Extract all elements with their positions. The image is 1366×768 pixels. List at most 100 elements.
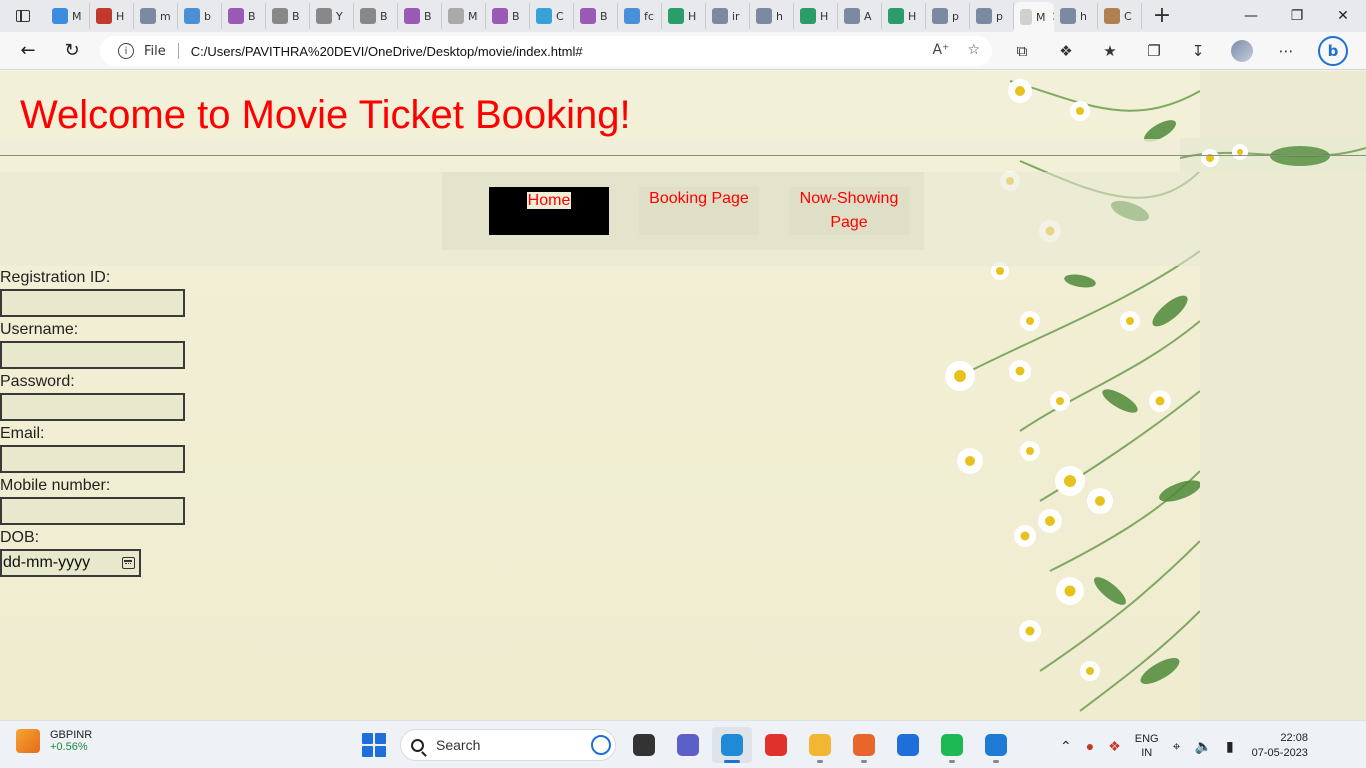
back-button[interactable]: ← (6, 32, 50, 70)
browser-tab[interactable]: B (354, 3, 398, 29)
browser-tab[interactable]: B (398, 3, 442, 29)
tab-actions-button[interactable] (0, 0, 46, 32)
vscode-icon[interactable] (976, 727, 1016, 763)
favorites-icon[interactable]: ★ (1088, 32, 1132, 70)
registration-id-input[interactable] (0, 289, 185, 317)
mobile-number-input[interactable] (0, 497, 185, 525)
language-indicator[interactable]: ENG IN (1135, 732, 1159, 760)
site-info-icon[interactable]: i (118, 43, 134, 59)
browser-tab[interactable]: C (1098, 3, 1142, 29)
collections-icon[interactable]: ❐ (1132, 32, 1176, 70)
browser-tab[interactable]: H (90, 3, 134, 29)
chevron-up-icon[interactable]: ⌃ (1060, 738, 1072, 755)
browser-tab[interactable]: h (1054, 3, 1098, 29)
browser-tab-active[interactable]: M✕ (1014, 2, 1054, 32)
battery-icon[interactable]: ▮ (1226, 738, 1234, 755)
browser-tab[interactable]: C (530, 3, 574, 29)
browser-tab[interactable]: H (662, 3, 706, 29)
browser-tab[interactable]: H (882, 3, 926, 29)
dob-date-input[interactable]: dd-mm-yyyy (0, 549, 141, 577)
tab-favicon-icon (52, 8, 68, 24)
tab-label: C (1124, 9, 1132, 23)
collections-sidebar-icon[interactable]: ⧉ (1000, 32, 1044, 70)
email-input[interactable] (0, 445, 185, 473)
tab-label: A (864, 9, 872, 23)
address-bar[interactable]: i File C:/Users/PAVITHRA%20DEVI/OneDrive… (100, 36, 992, 66)
ticker-change: +0.56% (50, 741, 88, 753)
tab-favicon-icon (1104, 8, 1120, 24)
windows-start-button[interactable] (362, 733, 386, 757)
browser-tab[interactable]: B (222, 3, 266, 29)
bing-copilot-icon[interactable]: b (1318, 36, 1348, 66)
tray-app-icon[interactable]: ● (1086, 738, 1094, 754)
video-call-icon[interactable] (668, 727, 708, 763)
system-tray: ⌃ ● ❖ ENG IN ⌖ 🔈 ▮ 22:08 07-05-2023 (1060, 731, 1308, 761)
firefox-icon[interactable] (844, 727, 884, 763)
close-window-button[interactable]: ✕ (1320, 0, 1366, 32)
browser-tab[interactable]: A (838, 3, 882, 29)
spotify-icon[interactable] (932, 727, 972, 763)
tab-favicon-icon (272, 8, 288, 24)
dropbox-icon[interactable]: ❖ (1108, 738, 1121, 755)
settings-menu-icon[interactable]: ⋯ (1264, 32, 1308, 70)
read-aloud-icon[interactable]: A⁺ (932, 42, 949, 58)
downloads-icon[interactable]: ↧ (1176, 32, 1220, 70)
start-logo-tile (375, 746, 386, 757)
password-input[interactable] (0, 393, 185, 421)
nav-now-showing-link[interactable]: Now-Showing Page (789, 187, 909, 235)
tab-label: p (996, 9, 1003, 23)
wifi-icon[interactable]: ⌖ (1173, 738, 1181, 755)
tab-label: B (248, 9, 256, 23)
browser-tab[interactable]: ir (706, 3, 750, 29)
extensions-icon[interactable]: ❖ (1044, 32, 1088, 70)
tab-label: fc (644, 9, 654, 23)
file-explorer-window-icon[interactable] (624, 727, 664, 763)
browser-tab[interactable]: B (574, 3, 618, 29)
new-tab-button[interactable]: + (1142, 0, 1182, 32)
refresh-button[interactable]: ↻ (50, 32, 94, 70)
tab-favicon-icon (140, 8, 156, 24)
taskbar-search[interactable]: Search (400, 729, 616, 761)
ticker-widget[interactable]: GBPINR +0.56% (16, 729, 92, 753)
browser-tab[interactable]: B (486, 3, 530, 29)
profile-button[interactable] (1220, 32, 1264, 70)
folder-icon[interactable] (800, 727, 840, 763)
browser-tab[interactable]: B (266, 3, 310, 29)
add-favorite-icon[interactable]: ☆ (967, 42, 980, 58)
browser-tab[interactable]: p (926, 3, 970, 29)
browser-tab[interactable]: p (970, 3, 1014, 29)
calendar-icon[interactable] (122, 557, 135, 569)
tab-favicon-icon (668, 8, 684, 24)
browser-tab[interactable]: H (794, 3, 838, 29)
browser-tab[interactable]: M (442, 3, 486, 29)
url-text[interactable]: C:/Users/PAVITHRA%20DEVI/OneDrive/Deskto… (191, 44, 583, 59)
browser-tab[interactable]: b (178, 3, 222, 29)
browser-tab[interactable]: fc (618, 3, 662, 29)
language-code: ENG (1134, 733, 1159, 745)
app-glyph (633, 734, 655, 756)
browser-tab[interactable]: Y (310, 3, 354, 29)
browser-tab[interactable]: h (750, 3, 794, 29)
nav-booking-link[interactable]: Booking Page (639, 187, 759, 235)
browser-tab[interactable]: M (46, 3, 90, 29)
edge-browser-icon[interactable] (712, 727, 752, 763)
tab-favicon-icon (1060, 8, 1076, 24)
tab-favicon-icon (228, 8, 244, 24)
browser-tab[interactable]: m (134, 3, 178, 29)
mail-icon[interactable] (888, 727, 928, 763)
ticker-symbol: GBPINR (50, 729, 93, 741)
address-bar-actions: A⁺ ☆ (932, 42, 980, 58)
header-band (0, 139, 1180, 155)
wps-office-icon[interactable] (756, 727, 796, 763)
clock[interactable]: 22:08 07-05-2023 (1252, 731, 1308, 761)
minimize-button[interactable]: — (1228, 0, 1274, 32)
taskbar-search-placeholder: Search (436, 737, 481, 753)
nav-home-link[interactable]: Home (489, 187, 609, 235)
tab-label: C (556, 9, 564, 23)
tab-label: p (952, 9, 959, 23)
username-input[interactable] (0, 341, 185, 369)
tab-favicon-icon (360, 8, 376, 24)
maximize-button[interactable]: ❐ (1274, 0, 1320, 32)
volume-icon[interactable]: 🔈 (1195, 738, 1212, 755)
start-logo-tile (362, 733, 373, 744)
